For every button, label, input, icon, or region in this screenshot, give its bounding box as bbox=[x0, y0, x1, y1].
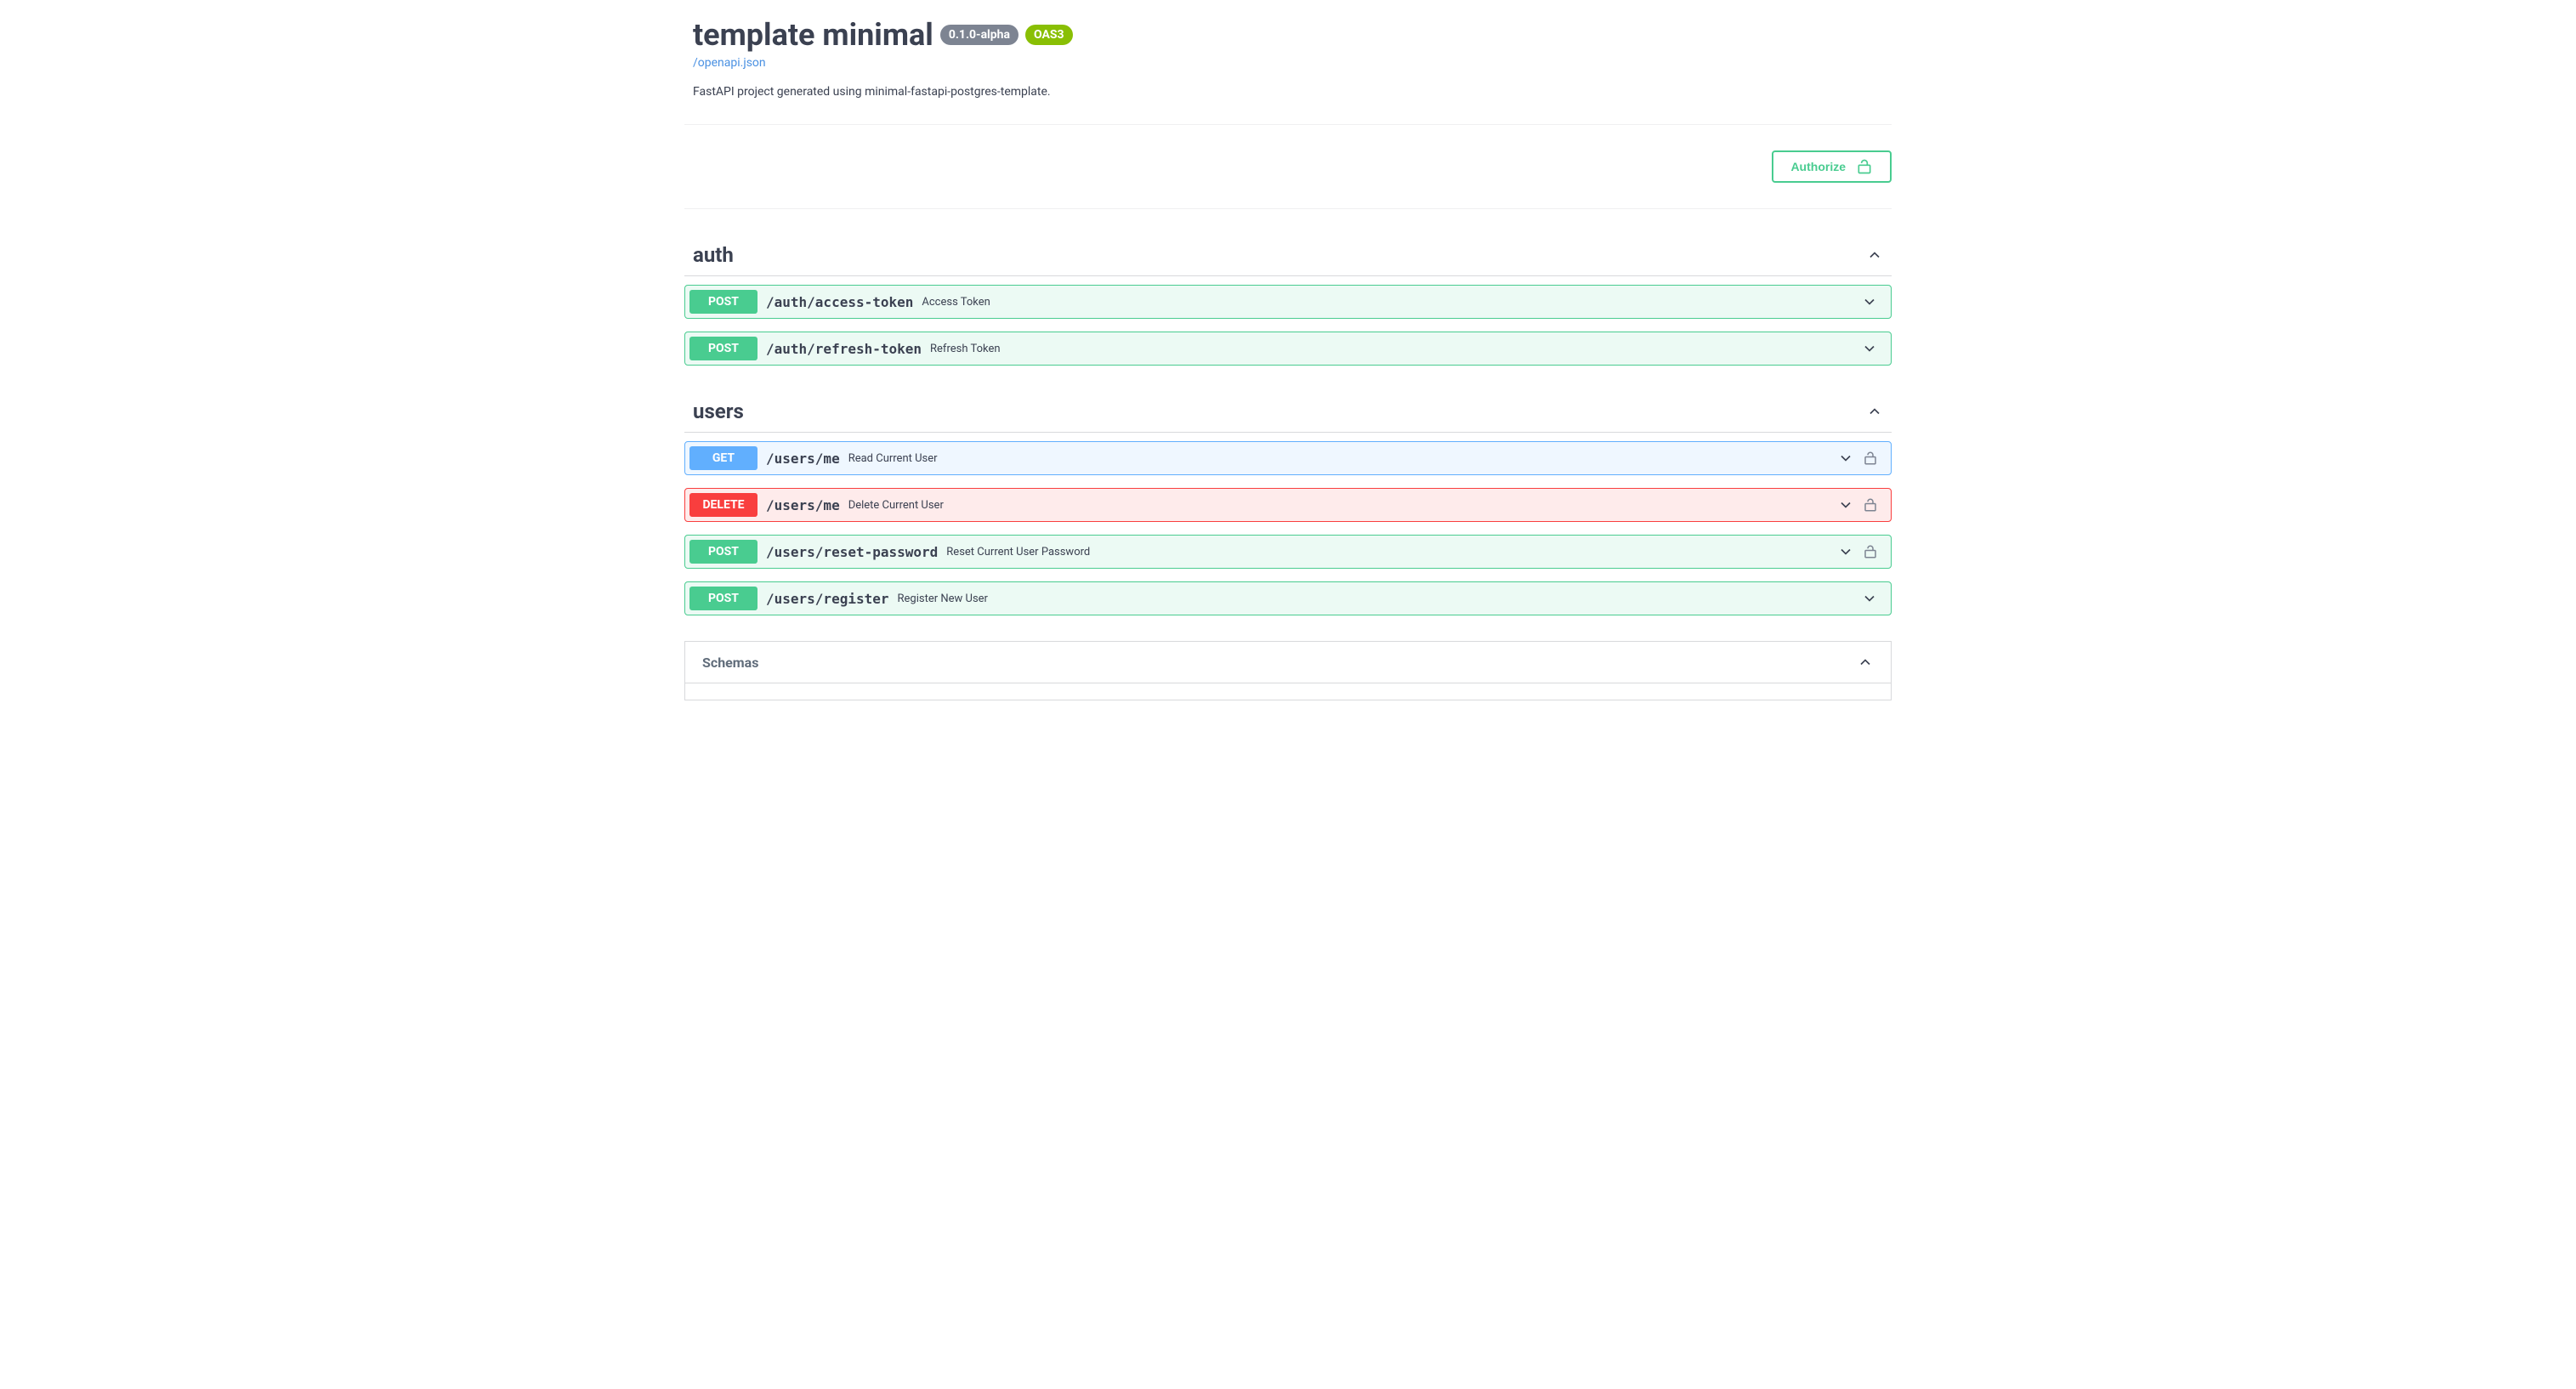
operation-summary: Read Current User bbox=[848, 452, 938, 465]
version-badge: 0.1.0-alpha bbox=[940, 25, 1018, 45]
chevron-down-icon bbox=[1837, 496, 1854, 513]
scheme-container: Authorize bbox=[684, 125, 1892, 209]
operation-summary: Reset Current User Password bbox=[946, 546, 1090, 558]
tag-name: auth bbox=[693, 243, 734, 267]
method-badge: GET bbox=[689, 446, 757, 470]
operation-path: /users/register bbox=[766, 591, 889, 607]
method-badge: POST bbox=[689, 540, 757, 564]
lock-icon[interactable] bbox=[1863, 544, 1878, 559]
operation-row[interactable]: POST/users/reset-password Reset Current U… bbox=[684, 535, 1892, 569]
api-title: template minimal bbox=[693, 17, 933, 53]
schemas-header[interactable]: Schemas bbox=[684, 641, 1892, 683]
operation-row[interactable]: GET/users/me Read Current User bbox=[684, 441, 1892, 475]
operation-row[interactable]: POST/auth/access-token Access Token bbox=[684, 285, 1892, 319]
chevron-up-icon bbox=[1866, 403, 1883, 420]
operation-path: /auth/access-token bbox=[766, 294, 913, 310]
operation-summary: Delete Current User bbox=[848, 499, 944, 512]
authorize-label: Authorize bbox=[1790, 160, 1846, 173]
chevron-down-icon bbox=[1861, 293, 1878, 310]
operation-row[interactable]: POST/auth/refresh-token Refresh Token bbox=[684, 332, 1892, 366]
tag-section-users: users GET/users/me Read Current User DELETE… bbox=[684, 391, 1892, 615]
chevron-up-icon bbox=[1857, 654, 1874, 671]
unlock-icon bbox=[1856, 158, 1873, 175]
chevron-down-icon bbox=[1837, 543, 1854, 560]
operations-list: GET/users/me Read Current User DELETE/user… bbox=[684, 441, 1892, 615]
operation-icons bbox=[1837, 450, 1887, 467]
operation-summary: Access Token bbox=[922, 296, 990, 309]
authorize-button[interactable]: Authorize bbox=[1772, 150, 1892, 183]
operation-path: /users/me bbox=[766, 451, 840, 467]
method-badge: DELETE bbox=[689, 493, 757, 517]
operation-icons bbox=[1837, 543, 1887, 560]
api-header: template minimal 0.1.0-alpha OAS3 /opena… bbox=[684, 0, 1892, 125]
schemas-title: Schemas bbox=[702, 655, 758, 671]
tag-header-auth[interactable]: auth bbox=[684, 235, 1892, 276]
method-badge: POST bbox=[689, 337, 757, 360]
operation-icons bbox=[1861, 340, 1887, 357]
tag-header-users[interactable]: users bbox=[684, 391, 1892, 433]
operation-icons bbox=[1861, 590, 1887, 607]
method-badge: POST bbox=[689, 290, 757, 314]
spec-link[interactable]: /openapi.json bbox=[693, 56, 766, 70]
operation-path: /users/reset-password bbox=[766, 544, 938, 560]
chevron-down-icon bbox=[1861, 590, 1878, 607]
operation-icons bbox=[1837, 496, 1887, 513]
chevron-down-icon bbox=[1837, 450, 1854, 467]
operation-path: /auth/refresh-token bbox=[766, 341, 922, 357]
operations-list: POST/auth/access-tokenAccess TokenPOST/a… bbox=[684, 285, 1892, 366]
operation-icons bbox=[1861, 293, 1887, 310]
operation-row[interactable]: DELETE/users/me Delete Current User bbox=[684, 488, 1892, 522]
schemas-section: Schemas bbox=[684, 641, 1892, 700]
operation-summary: Register New User bbox=[898, 592, 988, 605]
operation-path: /users/me bbox=[766, 497, 840, 513]
tag-name: users bbox=[693, 400, 744, 423]
tag-section-auth: authPOST/auth/access-tokenAccess TokenPO… bbox=[684, 235, 1892, 366]
chevron-down-icon bbox=[1861, 340, 1878, 357]
operation-summary: Refresh Token bbox=[930, 343, 1001, 355]
operation-row[interactable]: POST/users/register Register New User bbox=[684, 581, 1892, 615]
method-badge: POST bbox=[689, 587, 757, 610]
api-description: FastAPI project generated using minimal-… bbox=[693, 85, 1883, 99]
lock-icon[interactable] bbox=[1863, 451, 1878, 466]
lock-icon[interactable] bbox=[1863, 497, 1878, 513]
chevron-up-icon bbox=[1866, 247, 1883, 264]
oas-badge: OAS3 bbox=[1025, 25, 1073, 45]
schemas-body bbox=[684, 683, 1892, 700]
